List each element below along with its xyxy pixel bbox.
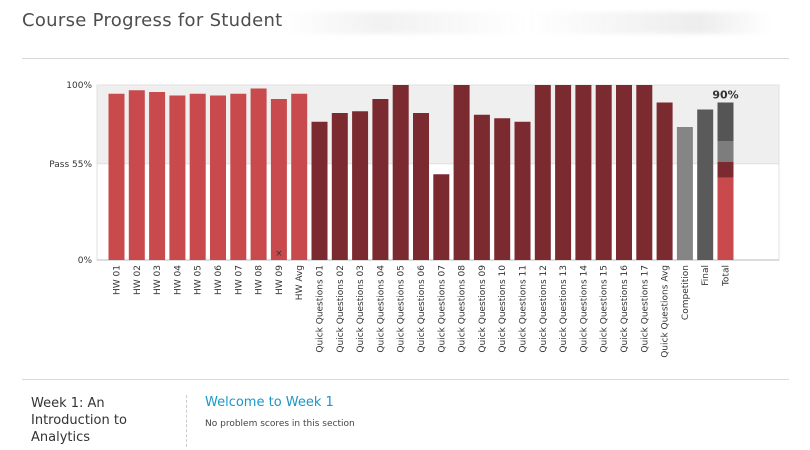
x-category-label: Quick Questions 09 — [478, 265, 488, 353]
bar-quick_questions — [453, 85, 470, 260]
x-category-label: HW 05 — [194, 265, 204, 295]
bar-quick_questions — [311, 121, 328, 260]
x-category-label: HW 03 — [153, 265, 163, 295]
bar-quick_questions — [331, 113, 348, 260]
bar-quick_questions — [656, 102, 673, 260]
x-category-label: Quick Questions 13 — [559, 265, 569, 353]
bar-homework — [270, 99, 287, 260]
bar-homework — [149, 92, 166, 260]
no-scores-note: No problem scores in this section — [205, 419, 355, 429]
bar-homework — [189, 93, 206, 260]
total-segment-final — [717, 102, 734, 141]
x-category-label: HW 01 — [113, 265, 123, 295]
bar-quick_questions — [392, 85, 409, 260]
x-category-label: HW 04 — [173, 265, 183, 295]
x-category-label: Quick Questions 01 — [316, 265, 326, 353]
redacted-student-name — [282, 12, 772, 34]
total-segment-homework — [717, 177, 734, 260]
x-category-label: HW 09 — [275, 265, 285, 295]
bar-quick_questions — [473, 114, 490, 260]
bar-quick_questions — [534, 85, 551, 260]
y-tick-label: 0% — [78, 256, 93, 266]
welcome-week-link[interactable]: Welcome to Week 1 — [205, 395, 334, 410]
x-category-label: Quick Questions 16 — [620, 265, 630, 353]
total-value-label: 90% — [712, 89, 738, 102]
bar-homework — [291, 93, 308, 260]
bar-homework — [210, 95, 226, 260]
x-category-label: Quick Questions 08 — [458, 265, 468, 353]
x-category-label: Quick Questions 04 — [376, 265, 386, 353]
x-category-label: Quick Questions 03 — [356, 265, 366, 353]
bar-homework — [169, 95, 186, 260]
x-category-label: HW 07 — [234, 265, 244, 295]
bar-quick_questions — [352, 111, 369, 260]
bar-homework — [108, 93, 125, 260]
section-divider-top — [22, 379, 789, 380]
x-category-label: Quick Questions 15 — [600, 265, 610, 353]
bar-homework — [250, 88, 267, 260]
bar-quick_questions — [636, 85, 653, 260]
dropped-marker-icon: × — [275, 249, 283, 259]
x-category-label: Quick Questions 12 — [539, 265, 549, 353]
x-category-label: Quick Questions 14 — [579, 265, 589, 353]
x-category-label: Quick Questions 02 — [336, 265, 346, 353]
y-tick-label: 100% — [66, 81, 92, 91]
section-week-title: Week 1: An Introduction to Analytics — [31, 396, 127, 445]
bar-quick_questions — [555, 85, 572, 260]
bar-quick_questions — [595, 85, 612, 260]
x-category-label: Quick Questions 06 — [417, 265, 427, 353]
bar-quick_questions — [514, 121, 531, 260]
x-category-label: HW Avg — [295, 265, 305, 300]
bar-quick_questions — [433, 174, 450, 260]
bar-quick_questions — [413, 113, 429, 260]
x-category-label: HW 06 — [214, 265, 224, 295]
bar-quick_questions — [494, 118, 511, 260]
progress-chart: 100% Pass 55% 0% HW 01 HW 02 HW 03 HW 04 HW 05 H… — [49, 81, 780, 358]
bar-quick_questions — [372, 99, 389, 260]
x-category-label: Total — [722, 265, 732, 287]
x-category-label: HW 08 — [255, 265, 265, 295]
page-title: Course Progress for Student — [22, 10, 283, 31]
x-category-label: Quick Questions 11 — [519, 265, 529, 353]
x-category-label: Quick Questions 10 — [498, 265, 508, 353]
bar-homework — [230, 93, 247, 260]
bar-competition — [676, 127, 693, 260]
bar-final — [697, 109, 714, 260]
y-tick-label: Pass 55% — [49, 160, 92, 170]
total-segment-competition — [717, 141, 734, 162]
total-segment-quick_questions — [717, 162, 734, 178]
x-category-label: Competition — [681, 265, 691, 320]
x-category-label: HW 02 — [133, 265, 143, 295]
header-divider — [22, 58, 789, 59]
x-category-label: Quick Questions Avg — [661, 265, 671, 358]
bar-quick_questions — [616, 85, 632, 260]
x-category-label: Quick Questions 05 — [397, 265, 407, 353]
x-category-label: Final — [701, 265, 711, 286]
bar-homework — [128, 90, 145, 260]
x-category-label: Quick Questions 07 — [437, 265, 447, 353]
x-category-label: Quick Questions 17 — [640, 265, 650, 353]
bar-quick_questions — [575, 85, 592, 260]
section-vertical-divider — [186, 395, 187, 447]
